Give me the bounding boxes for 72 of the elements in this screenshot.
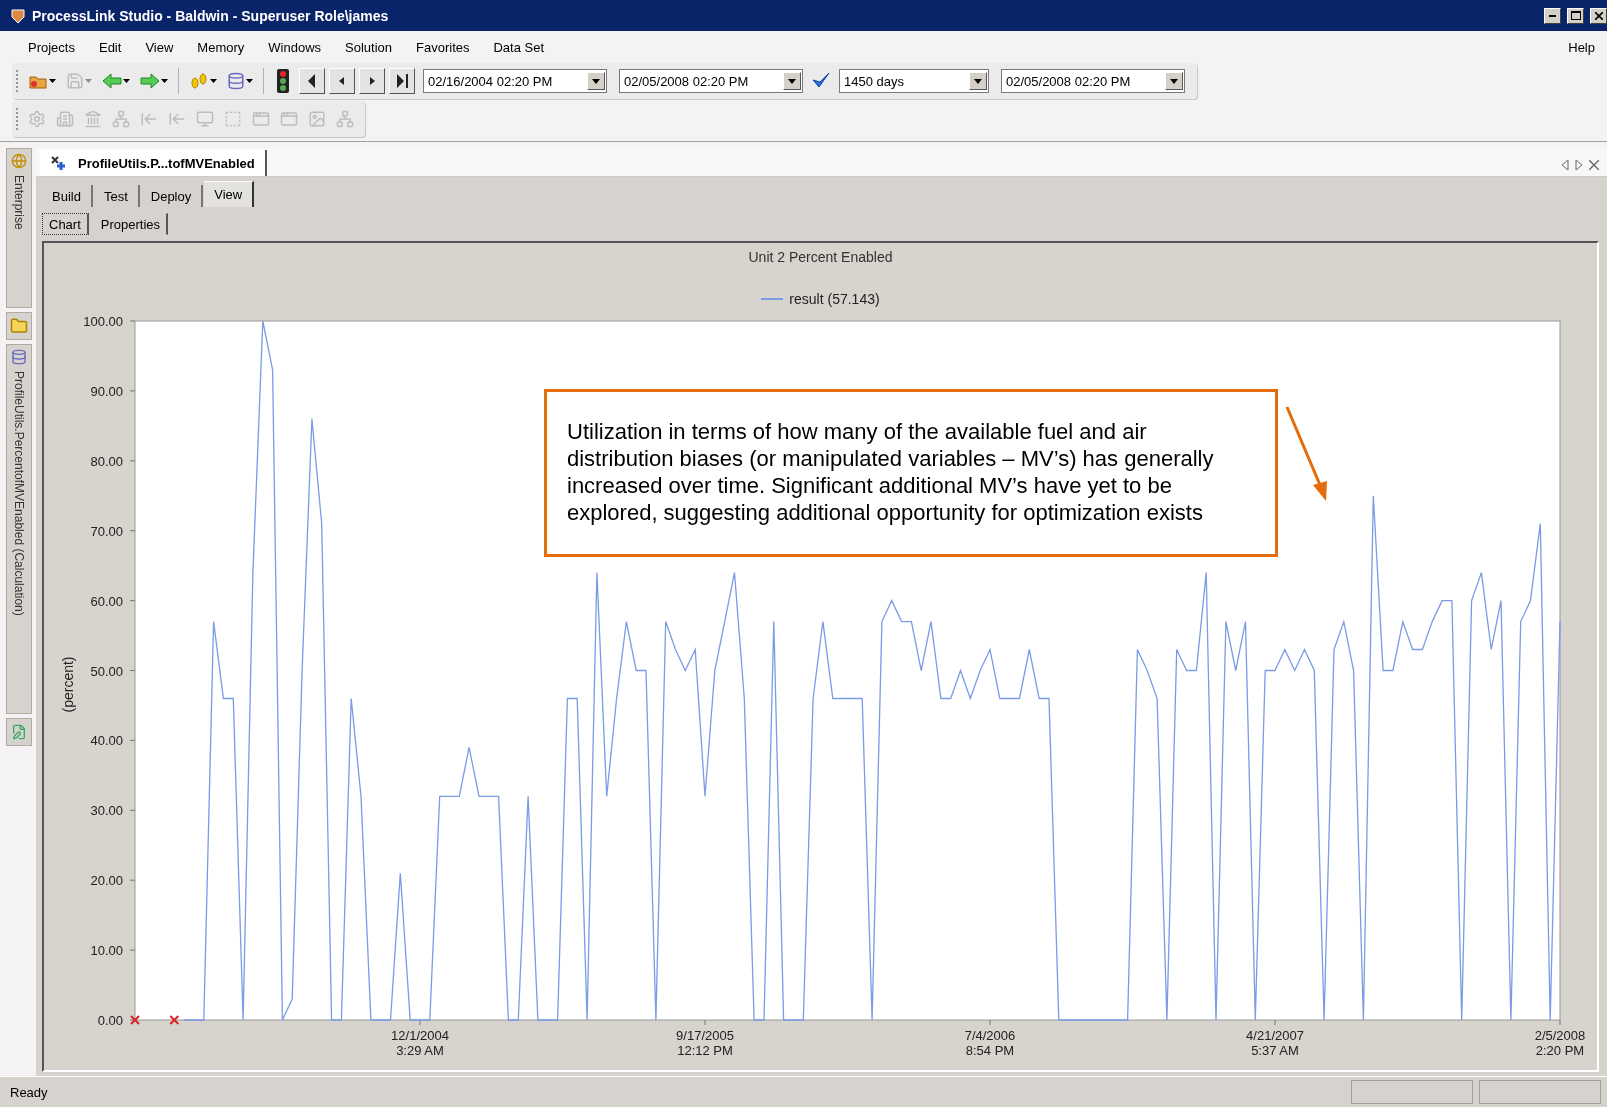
caret-icon[interactable] [788,78,796,84]
chart-title: Unit 2 Percent Enabled [748,249,893,265]
legend-label: result (57.143) [789,291,880,307]
y-axis-label: 60.00 [89,593,123,609]
minimize-icon[interactable] [1549,14,1556,17]
database-icon[interactable] [227,72,245,90]
y-axis-label: 10.00 [89,943,123,959]
document-tab[interactable]: ProfileUtils.P...tofMVEnabled [40,150,267,176]
menu-item[interactable]: Favorites [404,39,482,55]
x-axis-label: 12/1/2004 3:29 AM [390,1028,449,1058]
caret-icon[interactable] [210,79,217,83]
menu-item[interactable]: Help [1556,39,1607,55]
date-dropdown[interactable]: 02/05/2008 02:20 PM [1001,69,1185,93]
maximize-icon[interactable] [1570,11,1581,20]
window-title: ProcessLink Studio - Baldwin - Superuser Role\james [32,7,390,24]
missing-data-marker [168,1015,179,1025]
caret-icon[interactable] [592,78,600,84]
status-text: Ready [10,1084,49,1100]
scroll-left-icon[interactable] [1561,160,1569,170]
x-axis-label: 9/17/2005 12:12 PM [675,1028,734,1058]
date-dropdown[interactable]: 02/16/2004 02:20 PM [423,69,607,93]
caret-icon[interactable] [123,79,130,83]
y-axis-label: 0.00 [97,1013,123,1028]
menu-item[interactable]: Windows [256,39,334,55]
calculation-icon [50,155,68,171]
database-icon [11,349,27,365]
edit-document-icon [11,724,27,740]
caret-icon[interactable] [1170,78,1178,84]
missing-data-marker [129,1015,140,1025]
menu-item[interactable]: Edit [86,39,134,55]
x-axis-label: 2/5/2008 2:20 PM [1534,1028,1585,1058]
menu-item[interactable]: Solution [333,39,404,55]
y-axis-label: 100.00 [82,314,123,329]
chart-tab[interactable]: Chart [42,213,89,235]
maximize-button[interactable] [1567,7,1584,24]
y-axis-title: (percent) [59,656,76,713]
y-axis-label: 20.00 [89,873,123,889]
caret-icon[interactable] [974,78,982,84]
y-axis-label: 90.00 [89,383,123,399]
y-axis-label: 30.00 [89,803,123,819]
dropdown-button[interactable] [1165,72,1183,90]
caret-icon[interactable] [246,79,253,83]
x-axis-label: 4/21/2007 5:37 AM [1245,1028,1304,1058]
y-axis-label: 70.00 [89,523,123,539]
scroll-right-icon[interactable] [1575,160,1583,170]
dropdown-button[interactable] [587,72,605,90]
globe-icon [11,153,27,169]
dock-button[interactable] [6,718,32,746]
date-dropdown[interactable]: 02/05/2008 02:20 PM [619,69,803,93]
caret-icon[interactable] [49,79,56,83]
span-dropdown[interactable]: 1450 days [839,69,989,93]
menu-item[interactable]: View [133,39,186,55]
y-axis-label: 40.00 [89,733,123,749]
close-button[interactable] [1590,7,1607,24]
menu-item[interactable]: Projects [16,39,87,55]
y-axis-label: 80.00 [89,453,123,469]
menu-item[interactable]: Memory [185,39,257,55]
close-icon[interactable] [1594,11,1603,20]
view-tab[interactable]: View [204,181,255,207]
app-logo-icon [10,7,26,24]
folder-icon [10,317,28,335]
dropdown-button[interactable] [783,72,801,90]
y-axis-label: 50.00 [89,663,123,679]
dock-panel[interactable]: ProfileUtils.PercentofMVEnabled (Calculation) [6,344,32,714]
x-axis-label: 7/4/2006 8:54 PM [964,1028,1015,1058]
menu-item[interactable]: Data Set [481,39,557,55]
dock-button[interactable] [6,312,32,340]
caret-icon[interactable] [161,79,168,83]
minimize-button[interactable] [1544,7,1561,24]
dock-panel[interactable]: Enterprise [6,148,32,308]
callout-note: Utilization in terms of how many of the available fuel and air distribution biases (or manipulated variables – MV’s) has generally increased over time. Significant additional MV’s have yet to be explored, suggesting additional opportunity for optimization exists [544,389,1278,557]
dropdown-button[interactable] [969,72,987,90]
